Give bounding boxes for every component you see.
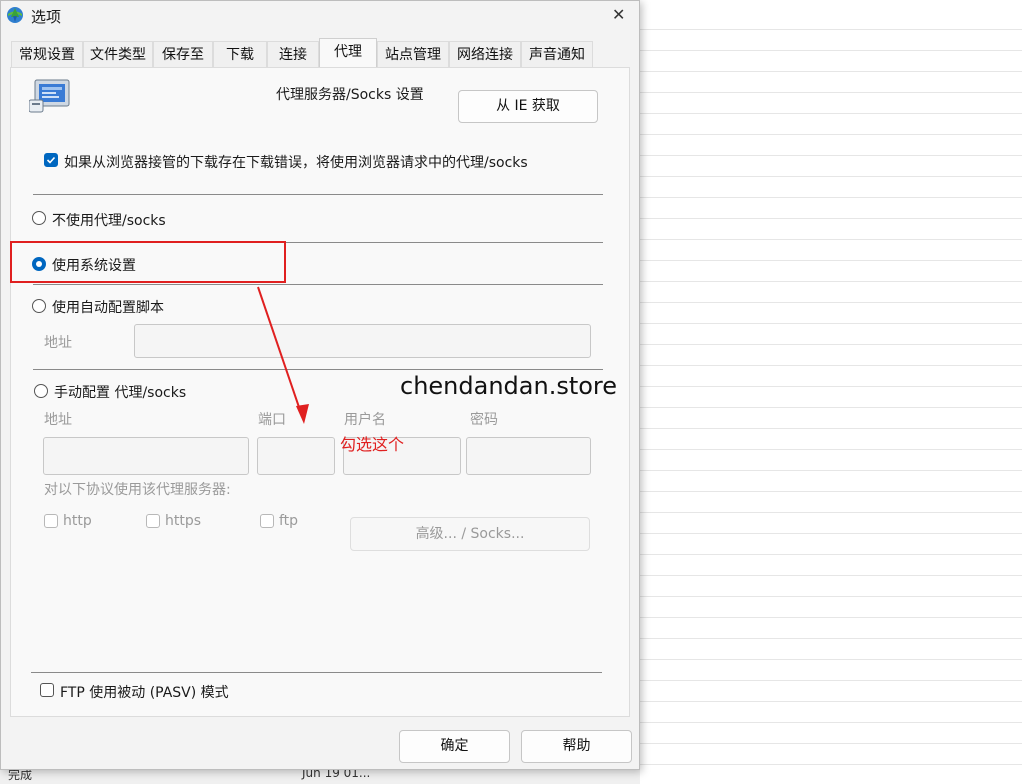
ftp-label: ftp	[279, 513, 299, 529]
background-row-line	[640, 386, 1022, 387]
background-row-line	[640, 344, 1022, 345]
background-row-line	[640, 407, 1022, 408]
background-row-line	[640, 197, 1022, 198]
background-row-line	[640, 596, 1022, 597]
background-row-line	[640, 575, 1022, 576]
background-row-line	[640, 428, 1022, 429]
background-row-line	[640, 260, 1022, 261]
background-row-line	[640, 512, 1022, 513]
background-row-line	[640, 155, 1022, 156]
advanced-socks-button[interactable]: 高级... / Socks...	[350, 517, 590, 551]
background-row-line	[640, 134, 1022, 135]
background-row-line	[640, 29, 1022, 30]
https-checkbox[interactable]	[146, 514, 160, 528]
http-label: http	[63, 513, 92, 529]
background-row-line	[640, 743, 1022, 744]
https-label: https	[165, 513, 202, 529]
background-row-line	[640, 302, 1022, 303]
background-window	[640, 0, 1022, 783]
background-row-line	[640, 701, 1022, 702]
background-row-line	[640, 554, 1022, 555]
ok-button[interactable]: 确定	[399, 730, 510, 763]
background-row-line	[640, 92, 1022, 93]
background-row-line	[640, 365, 1022, 366]
background-row-line	[640, 491, 1022, 492]
ftp-passive-checkbox[interactable]	[40, 683, 54, 697]
background-row-line	[640, 722, 1022, 723]
background-row-line	[640, 764, 1022, 765]
background-row-line	[640, 71, 1022, 72]
background-row-line	[640, 449, 1022, 450]
background-row-line	[640, 323, 1022, 324]
watermark: chendandan.store	[400, 372, 618, 400]
background-row-line	[640, 176, 1022, 177]
annotation-text: 勾选这个	[340, 435, 405, 454]
background-row-line	[640, 218, 1022, 219]
background-row-line	[640, 113, 1022, 114]
background-row-line	[640, 239, 1022, 240]
http-checkbox[interactable]	[44, 514, 58, 528]
background-row-line	[640, 470, 1022, 471]
ftp-passive-label: FTP 使用被动 (PASV) 模式	[60, 685, 229, 701]
help-button[interactable]: 帮助	[521, 730, 632, 763]
background-row-line	[640, 638, 1022, 639]
background-row-line	[640, 680, 1022, 681]
background-row-line	[640, 50, 1022, 51]
protocols-label: 对以下协议使用该代理服务器:	[44, 482, 231, 498]
ftp-checkbox[interactable]	[260, 514, 274, 528]
background-row-line	[640, 281, 1022, 282]
background-row-line	[640, 533, 1022, 534]
background-row-line	[640, 659, 1022, 660]
separator	[31, 672, 602, 673]
background-row-line	[640, 617, 1022, 618]
